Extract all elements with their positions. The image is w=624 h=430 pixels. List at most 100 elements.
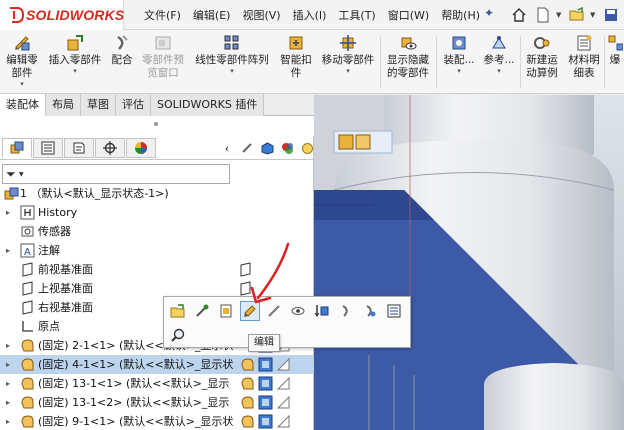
show-hidden-label-2: 的零部件 bbox=[387, 67, 429, 79]
menu-help[interactable]: 帮助(H) bbox=[435, 7, 486, 23]
assembly-features-button[interactable]: 装配... ▾ bbox=[440, 34, 478, 75]
scene-icon[interactable] bbox=[298, 140, 316, 156]
tree-item-label: 右视基准面 bbox=[38, 301, 93, 314]
menu-insert[interactable]: 插入(I) bbox=[287, 7, 333, 23]
appearance-box-icon[interactable] bbox=[258, 395, 273, 410]
collapse-handle[interactable] bbox=[154, 122, 158, 126]
red-arrow-annotation bbox=[250, 242, 290, 304]
tab-layout[interactable]: 布局 bbox=[46, 94, 81, 116]
linear-pattern-button[interactable]: 线性零部件阵列 ▾ bbox=[190, 34, 274, 75]
tree-root[interactable]: 1 （默认<默认_显示状态-1>) bbox=[0, 184, 314, 203]
mate-ref-button[interactable] bbox=[360, 301, 380, 321]
tree-item-label: 注解 bbox=[38, 244, 60, 257]
menu-window[interactable]: 窗口(W) bbox=[382, 7, 435, 23]
menu-edit[interactable]: 编辑(E) bbox=[187, 7, 237, 23]
part-icon[interactable] bbox=[240, 357, 255, 372]
appearance-box-icon[interactable] bbox=[258, 414, 273, 429]
new-motion-study-label-2: 动算例 bbox=[526, 67, 558, 79]
zoom-to-selection-button[interactable] bbox=[168, 325, 188, 345]
edit-component-caret-icon[interactable]: ▾ bbox=[4, 80, 40, 88]
pin-icon[interactable]: ✦ bbox=[484, 6, 494, 20]
feature-filter[interactable]: ⏷ ▼ bbox=[2, 164, 230, 184]
display-pane-icon[interactable] bbox=[276, 414, 291, 429]
save-button[interactable] bbox=[600, 3, 622, 27]
app-logo[interactable]: SOLIDWORKS bbox=[0, 0, 124, 30]
menu-bar: 文件(F) 编辑(E) 视图(V) 插入(I) 工具(T) 窗口(W) 帮助(H… bbox=[138, 7, 486, 23]
edit-component-button[interactable]: 编辑零 部件 ▾ bbox=[4, 34, 40, 88]
new-motion-study-button[interactable]: 新建运 动算例 bbox=[522, 34, 562, 80]
show-hidden-components-button[interactable]: 显示隐藏 的零部件 bbox=[384, 34, 432, 80]
tree-item-history[interactable]: ▸ History bbox=[0, 203, 314, 222]
reference-geometry-button[interactable]: 参考... ▾ bbox=[480, 34, 518, 75]
tree-item-label: 原点 bbox=[38, 320, 60, 333]
appearance-box-icon[interactable] bbox=[258, 357, 273, 372]
graphics-area[interactable] bbox=[314, 95, 624, 430]
exploded-view-button[interactable]: 爆 bbox=[607, 34, 623, 67]
menu-file[interactable]: 文件(F) bbox=[138, 7, 187, 23]
part-icon[interactable] bbox=[240, 414, 255, 429]
linear-pattern-label: 线性零部件阵列 bbox=[195, 54, 269, 66]
expand-arrow-icon[interactable]: ▸ bbox=[6, 412, 10, 430]
assembly-features-label: 装配... bbox=[443, 54, 475, 66]
insert-component-caret-icon[interactable]: ▾ bbox=[46, 67, 104, 75]
appearance-box-icon[interactable] bbox=[258, 376, 273, 391]
filter-dropdown-icon[interactable]: ▼ bbox=[19, 171, 24, 178]
expand-arrow-icon[interactable]: ▸ bbox=[6, 374, 10, 393]
expand-arrow-icon[interactable]: ▸ bbox=[6, 355, 10, 374]
tree-item-sensors[interactable]: 传感器 bbox=[0, 222, 314, 241]
tab-addins[interactable]: SOLIDWORKS 插件 bbox=[151, 94, 265, 116]
bom-button[interactable]: 材料明 细表 bbox=[566, 34, 602, 80]
tab-configuration-manager[interactable] bbox=[64, 138, 94, 158]
move-component-button[interactable]: 移动零部件 ▾ bbox=[318, 34, 378, 75]
part-icon[interactable] bbox=[240, 395, 255, 410]
exploded-view-icon bbox=[608, 35, 623, 51]
component-preview-button[interactable]: 零部件预 览窗口 bbox=[140, 34, 186, 80]
quick-access-toolbar: ▼ ▼ ▼ bbox=[508, 3, 624, 27]
tab-display-manager[interactable] bbox=[126, 138, 156, 158]
pencil-icon[interactable] bbox=[238, 140, 256, 156]
open-dropdown-icon[interactable]: ▼ bbox=[590, 3, 598, 27]
part-icon bbox=[21, 415, 34, 428]
float-button[interactable] bbox=[192, 301, 212, 321]
expand-arrow-icon[interactable]: ▸ bbox=[6, 336, 10, 355]
tree-item-label: (固定) 13-1<2> (默认<<默认>_显示 bbox=[38, 396, 230, 409]
assembly-features-caret-icon[interactable]: ▾ bbox=[440, 67, 478, 75]
properties-list-button[interactable] bbox=[384, 301, 404, 321]
smart-fasteners-button[interactable]: 智能扣 件 bbox=[278, 34, 314, 80]
ribbon-separator bbox=[436, 36, 437, 88]
menu-tools[interactable]: 工具(T) bbox=[332, 7, 381, 23]
chevron-left-icon[interactable]: ‹ bbox=[218, 140, 236, 156]
move-component-caret-icon[interactable]: ▾ bbox=[318, 67, 378, 75]
linear-pattern-caret-icon[interactable]: ▾ bbox=[190, 67, 274, 75]
tree-item-label: 上视基准面 bbox=[38, 282, 93, 295]
open-part-button[interactable] bbox=[168, 301, 188, 321]
component-state-icons bbox=[238, 393, 313, 412]
open-button[interactable] bbox=[566, 3, 588, 27]
new-dropdown-icon[interactable]: ▼ bbox=[556, 3, 564, 27]
appearance-icon[interactable] bbox=[278, 140, 296, 156]
insert-component-button[interactable]: 插入零部件 ▾ bbox=[46, 34, 104, 75]
display-pane-icon[interactable] bbox=[276, 357, 291, 372]
new-document-button[interactable] bbox=[532, 3, 554, 27]
part-icon bbox=[21, 339, 34, 352]
display-pane-icon[interactable] bbox=[276, 395, 291, 410]
isolate-button[interactable] bbox=[312, 301, 332, 321]
tab-feature-manager[interactable] bbox=[2, 138, 32, 158]
cube-icon[interactable] bbox=[258, 140, 276, 156]
tab-property-manager[interactable] bbox=[33, 138, 63, 158]
tab-sketch[interactable]: 草图 bbox=[81, 94, 116, 116]
part-icon[interactable] bbox=[240, 376, 255, 391]
display-pane-icon[interactable] bbox=[276, 376, 291, 391]
expand-arrow-icon[interactable]: ▸ bbox=[6, 393, 10, 412]
expand-arrow-icon[interactable]: ▸ bbox=[6, 241, 10, 260]
mate-button-ctx[interactable] bbox=[336, 301, 356, 321]
tab-assembly[interactable]: 装配体 bbox=[0, 94, 46, 116]
fix-button[interactable] bbox=[216, 301, 236, 321]
menu-view[interactable]: 视图(V) bbox=[236, 7, 286, 23]
reference-geometry-caret-icon[interactable]: ▾ bbox=[480, 67, 518, 75]
home-button[interactable] bbox=[508, 3, 530, 27]
tab-dimxpert[interactable] bbox=[95, 138, 125, 158]
mate-button[interactable]: 配合 bbox=[108, 34, 136, 67]
expand-arrow-icon[interactable]: ▸ bbox=[6, 203, 10, 222]
tab-evaluate[interactable]: 评估 bbox=[116, 94, 151, 116]
